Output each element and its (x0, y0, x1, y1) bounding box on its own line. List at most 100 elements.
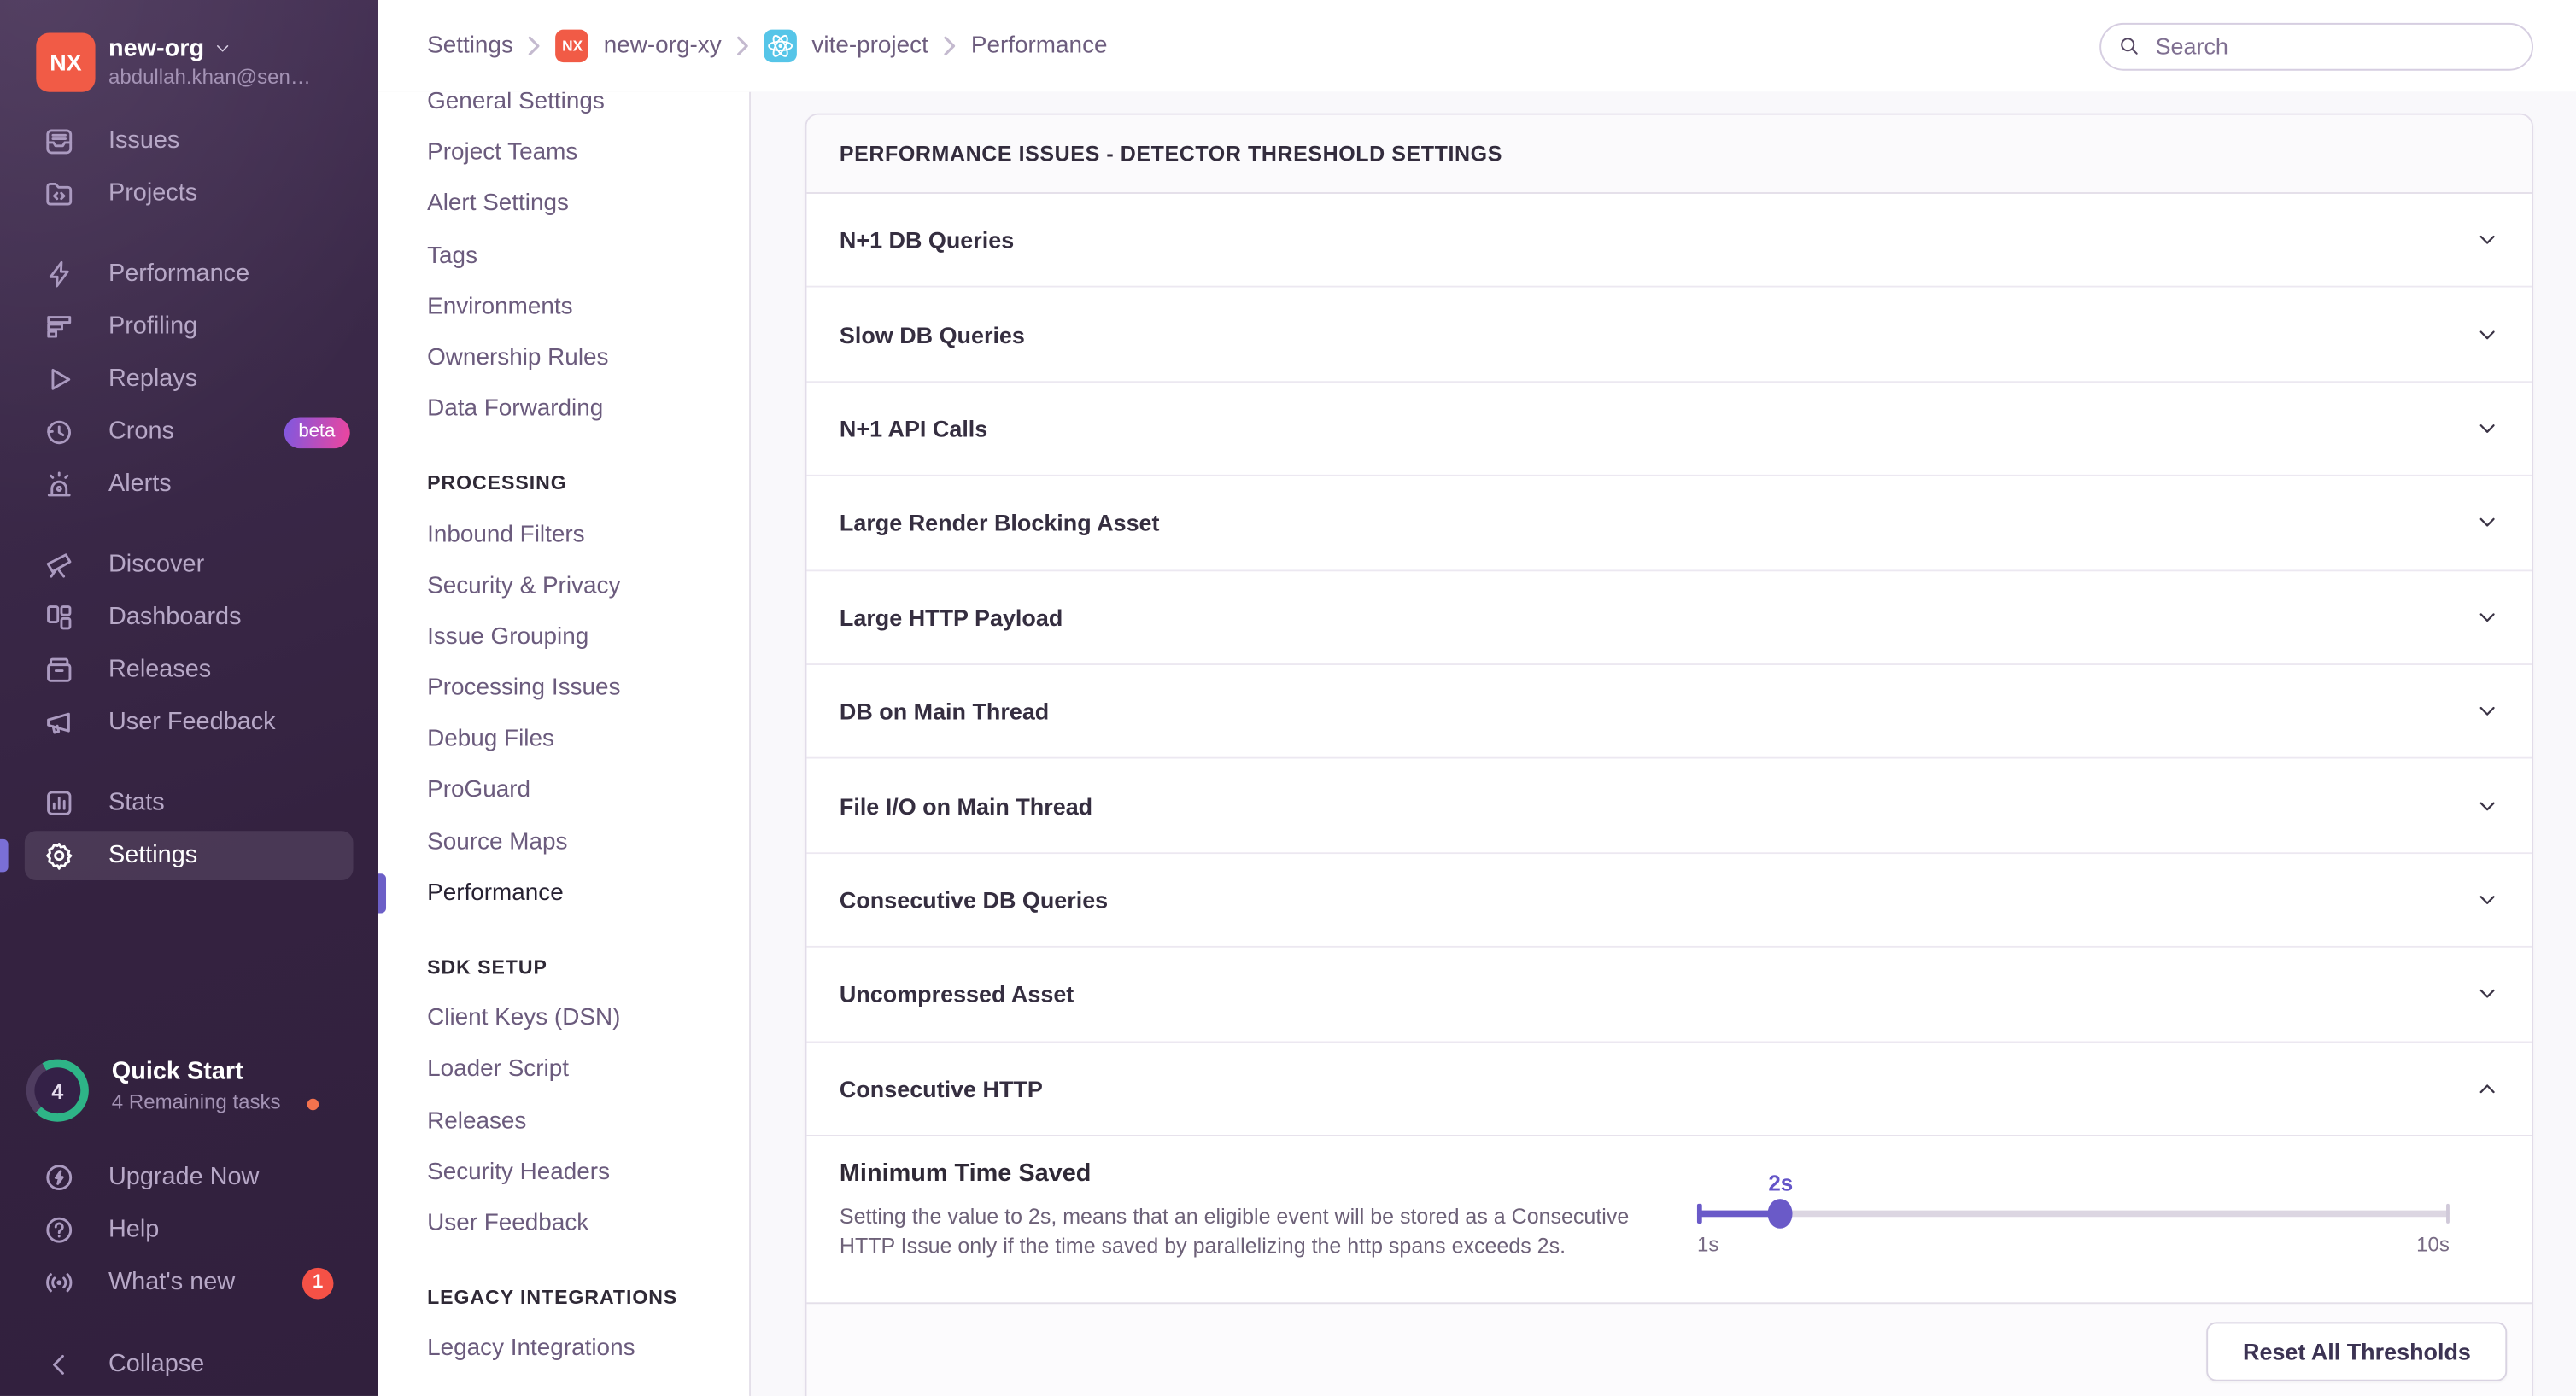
detector-row[interactable]: Uncompressed Asset (806, 948, 2532, 1042)
slider-handle[interactable] (1768, 1200, 1793, 1229)
settings-nav-item[interactable]: Security & Privacy (378, 561, 749, 612)
slider-track[interactable] (1697, 1210, 2450, 1218)
settings-nav-item[interactable]: PROCESSING (378, 459, 749, 510)
settings-nav-item[interactable]: General Settings (378, 92, 749, 129)
slider-min-tick (1697, 1205, 1701, 1224)
settings-nav-item[interactable]: ProGuard (378, 766, 749, 817)
detector-row[interactable]: File I/O on Main Thread (806, 759, 2532, 853)
breadcrumb-item-vite-project[interactable]: vite-project (764, 30, 957, 62)
settings-nav-item[interactable]: Ownership Rules (378, 333, 749, 384)
gear-icon (43, 839, 75, 872)
org-user-email: abdullah.khan@sen… (108, 64, 311, 92)
chevron-right-icon (736, 36, 749, 55)
breadcrumb-label: Settings (427, 32, 513, 59)
sidebar-item-discover[interactable]: Discover (0, 539, 378, 592)
reset-all-thresholds-button[interactable]: Reset All Thresholds (2207, 1322, 2508, 1381)
settings-nav-label: Security & Privacy (427, 573, 620, 599)
breadcrumb-item-settings[interactable]: Settings (427, 32, 542, 59)
profiling-icon (43, 311, 75, 343)
sidebar-item-alerts[interactable]: Alerts (0, 459, 378, 511)
breadcrumb-item-performance[interactable]: Performance (971, 32, 1108, 59)
detector-rows: N+1 DB Queries Slow DB Queries N+1 API C… (806, 194, 2532, 1136)
breadcrumb-label: Performance (971, 32, 1108, 59)
broadcast-icon (43, 1266, 75, 1299)
settings-nav-item[interactable]: Releases (378, 1096, 749, 1148)
settings-nav-item[interactable]: Issue Grouping (378, 612, 749, 663)
settings-nav-item[interactable]: Loader Script (378, 1045, 749, 1096)
sidebar-item-dashboards[interactable]: Dashboards (0, 591, 378, 644)
settings-nav-label: Source Maps (427, 829, 567, 856)
settings-nav-item[interactable]: Inbound Filters (378, 510, 749, 561)
settings-nav-item[interactable]: Environments (378, 282, 749, 333)
detector-row[interactable]: Large HTTP Payload (806, 571, 2532, 665)
settings-nav-item[interactable]: Debug Files (378, 715, 749, 766)
settings-nav-item[interactable]: Security Headers (378, 1148, 749, 1199)
settings-nav-item[interactable]: LEGACY INTEGRATIONS (378, 1273, 749, 1324)
slider-value-label: 2s (1768, 1171, 1793, 1195)
settings-nav-item[interactable]: Project Teams (378, 128, 749, 179)
chevron-down-icon (2476, 700, 2499, 723)
settings-nav-item[interactable]: Processing Issues (378, 663, 749, 715)
sidebar-item-stats[interactable]: Stats (0, 777, 378, 830)
settings-nav-label: Security Headers (427, 1159, 610, 1185)
sidebar-item-performance[interactable]: Performance (0, 248, 378, 301)
sidebar-item-label: Stats (108, 777, 165, 830)
detector-row[interactable]: Slow DB Queries (806, 288, 2532, 382)
sidebar-item-settings[interactable]: Settings (0, 829, 378, 882)
detector-row[interactable]: N+1 API Calls (806, 383, 2532, 476)
chevron-down-icon (2476, 229, 2499, 252)
settings-nav-item[interactable]: Alert Settings (378, 179, 749, 231)
sidebar-item-whats-new[interactable]: What's new 1 (0, 1256, 378, 1309)
chevron-left-icon (43, 1348, 75, 1381)
settings-nav-label: Loader Script (427, 1057, 569, 1084)
detector-row[interactable]: Large Render Blocking Asset (806, 476, 2532, 570)
breadcrumb-label: vite-project (811, 32, 928, 59)
org-name: new-org (108, 32, 204, 64)
settings-nav-item[interactable]: Source Maps (378, 817, 749, 868)
settings-nav-label: SDK SETUP (427, 955, 547, 978)
detector-row[interactable]: Consecutive DB Queries (806, 854, 2532, 948)
settings-nav-item[interactable]: Data Forwarding (378, 384, 749, 435)
settings-nav-item[interactable]: Performance (378, 868, 749, 920)
settings-nav-item[interactable]: SDK SETUP (378, 943, 749, 994)
detector-row[interactable]: N+1 DB Queries (806, 194, 2532, 288)
primary-nav: Issues Projects Performance (0, 115, 378, 882)
app-root: NX new-org abdullah.khan@sen… Issues (0, 0, 2576, 1396)
sidebar-item-replays[interactable]: Replays (0, 353, 378, 406)
sidebar-item-profiling[interactable]: Profiling (0, 301, 378, 353)
primary-sidebar: NX new-org abdullah.khan@sen… Issues (0, 0, 378, 1396)
search-input[interactable] (2152, 32, 2515, 61)
breadcrumb-item-new-org-xy[interactable]: NX new-org-xy (556, 30, 749, 62)
sidebar-item-crons[interactable]: Crons beta (0, 406, 378, 459)
detector-row[interactable]: Consecutive HTTP (806, 1042, 2532, 1136)
chevron-down-icon (2476, 794, 2499, 817)
sidebar-item-issues[interactable]: Issues (0, 115, 378, 168)
projects-icon (43, 178, 75, 210)
help-icon (43, 1213, 75, 1246)
sidebar-item-label: Settings (108, 829, 197, 882)
settings-nav-item[interactable]: Client Keys (DSN) (378, 994, 749, 1045)
sidebar-item-collapse[interactable]: Collapse (0, 1339, 378, 1392)
sidebar-item-help[interactable]: Help (0, 1204, 378, 1257)
detector-row[interactable]: DB on Main Thread (806, 665, 2532, 759)
settings-nav-label: General Settings (427, 92, 605, 115)
settings-nav-item[interactable]: User Feedback (378, 1199, 749, 1250)
sidebar-item-upgrade-now[interactable]: Upgrade Now (0, 1151, 378, 1204)
settings-nav-label: Performance (427, 880, 564, 907)
settings-nav-label: Legacy Integrations (427, 1335, 635, 1362)
org-switcher[interactable]: NX new-org abdullah.khan@sen… (36, 32, 311, 91)
settings-nav-item[interactable]: Tags (378, 231, 749, 282)
settings-nav-label: Alert Settings (427, 191, 569, 218)
quick-start[interactable]: 4 Quick Start 4 Remaining tasks (26, 1058, 363, 1124)
chevron-down-icon (2476, 418, 2499, 441)
chevron-down-icon (2476, 511, 2499, 534)
sidebar-item-projects[interactable]: Projects (0, 167, 378, 220)
threshold-settings-panel: PERFORMANCE ISSUES - DETECTOR THRESHOLD … (805, 114, 2532, 1396)
sidebar-item-releases[interactable]: Releases (0, 644, 378, 697)
quick-start-title: Quick Start (112, 1058, 243, 1086)
quick-start-count: 4 (26, 1060, 89, 1122)
sidebar-item-user-feedback[interactable]: User Feedback (0, 697, 378, 750)
settings-nav-label: Tags (427, 242, 477, 269)
sidebar-item-label: Performance (108, 248, 249, 301)
settings-nav-item[interactable]: Legacy Integrations (378, 1324, 749, 1376)
